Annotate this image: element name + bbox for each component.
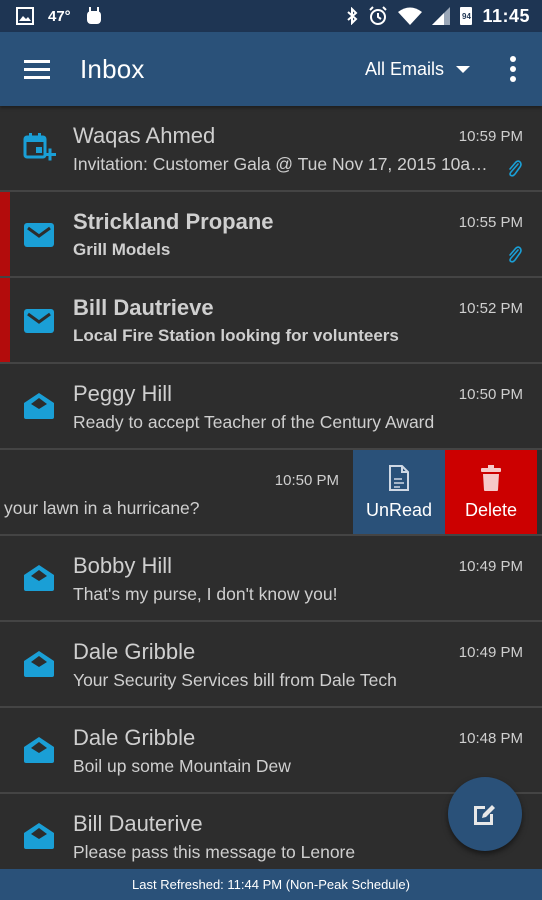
email-row-swiped[interactable]: your lawn in a hurricane? 10:50 PM UnRea… — [0, 450, 542, 536]
email-sender: Waqas Ahmed — [73, 123, 216, 148]
temperature: 47° — [48, 7, 71, 25]
email-subject: That's my purse, I don't know you! — [73, 584, 338, 604]
bluetooth-icon — [347, 7, 358, 25]
status-bar: 47° 94 11:45 — [0, 0, 542, 32]
clock: 11:45 — [482, 5, 530, 26]
signal-icon — [432, 7, 451, 25]
battery-icon: 94 — [460, 7, 473, 25]
attachment-icon — [509, 160, 522, 177]
compose-icon — [474, 805, 495, 825]
email-subject: Invitation: Customer Gala @ Tue Nov 17, … — [73, 154, 501, 174]
delete-button[interactable]: Delete — [445, 450, 537, 534]
attachment-icon — [509, 246, 522, 263]
email-row[interactable]: Dale Gribble Your Security Services bill… — [0, 622, 542, 708]
mark-unread-button[interactable]: UnRead — [353, 450, 445, 534]
email-time: 10:50 PM — [458, 386, 523, 403]
mail-closed-icon — [22, 217, 56, 251]
delete-label: Delete — [464, 499, 518, 520]
mail-open-icon — [22, 819, 56, 853]
email-row[interactable]: Waqas Ahmed Invitation: Customer Gala @ … — [0, 106, 542, 192]
last-refreshed-text: Last Refreshed: 11:44 PM (Non-Peak Sched… — [132, 877, 410, 892]
email-time: 10:59 PM — [458, 128, 523, 145]
mark-unread-label: UnRead — [365, 499, 433, 520]
more-vert-icon[interactable] — [508, 56, 518, 82]
filter-label: All Emails — [364, 58, 444, 79]
swipe-actions: UnRead Delete — [353, 450, 537, 534]
alarm-icon — [369, 6, 388, 25]
document-icon — [389, 464, 409, 491]
wifi-icon — [398, 7, 423, 25]
caret-down-icon — [456, 65, 470, 73]
mail-open-icon — [22, 389, 56, 423]
email-subject: Grill Models — [73, 240, 171, 259]
email-time: 10:49 PM — [458, 644, 523, 661]
email-subject: Please pass this message to Lenore — [73, 842, 356, 862]
app-bar: Inbox All Emails — [0, 32, 542, 106]
email-sender: Bill Dautrieve — [73, 295, 214, 320]
email-subject: your lawn in a hurricane? — [4, 498, 200, 518]
last-refreshed-bar: Last Refreshed: 11:44 PM (Non-Peak Sched… — [0, 869, 542, 900]
email-time: 10:50 PM — [274, 472, 339, 489]
email-list[interactable]: Waqas Ahmed Invitation: Customer Gala @ … — [0, 106, 542, 869]
email-sender: Dale Gribble — [73, 639, 196, 664]
compose-button[interactable] — [448, 777, 522, 851]
email-row[interactable]: Dale Gribble Boil up some Mountain Dew 1… — [0, 708, 542, 794]
battery-level: 94 — [462, 11, 471, 21]
mail-closed-icon — [22, 303, 56, 337]
email-time: 10:52 PM — [458, 300, 523, 317]
mail-open-icon — [22, 733, 56, 767]
email-subject: Boil up some Mountain Dew — [73, 756, 291, 776]
mail-open-icon — [22, 561, 56, 595]
email-subject: Ready to accept Teacher of the Century A… — [73, 412, 435, 432]
email-time: 10:48 PM — [458, 730, 523, 747]
email-sender: Peggy Hill — [73, 381, 173, 406]
email-row[interactable]: Strickland Propane Grill Models 10:55 PM — [0, 192, 542, 278]
android-icon — [86, 7, 101, 24]
email-subject: Local Fire Station looking for volunteer… — [73, 326, 399, 345]
email-time: 10:55 PM — [458, 214, 523, 231]
page-title: Inbox — [80, 53, 145, 84]
image-icon — [16, 7, 34, 25]
hamburger-icon[interactable] — [24, 59, 50, 79]
email-sender: Strickland Propane — [73, 209, 274, 234]
trash-icon — [481, 464, 501, 491]
calendar-add-icon — [22, 131, 56, 165]
email-row[interactable]: Bill Dautrieve Local Fire Station lookin… — [0, 278, 542, 364]
mail-open-icon — [22, 647, 56, 681]
email-sender: Bill Dauterive — [73, 811, 203, 836]
email-row[interactable]: Bobby Hill That's my purse, I don't know… — [0, 536, 542, 622]
email-subject: Your Security Services bill from Dale Te… — [73, 670, 397, 690]
email-time: 10:49 PM — [458, 558, 523, 575]
filter-dropdown[interactable]: All Emails — [365, 59, 470, 80]
email-row[interactable]: Peggy Hill Ready to accept Teacher of th… — [0, 364, 542, 450]
email-sender: Bobby Hill — [73, 553, 173, 578]
email-sender: Dale Gribble — [73, 725, 196, 750]
